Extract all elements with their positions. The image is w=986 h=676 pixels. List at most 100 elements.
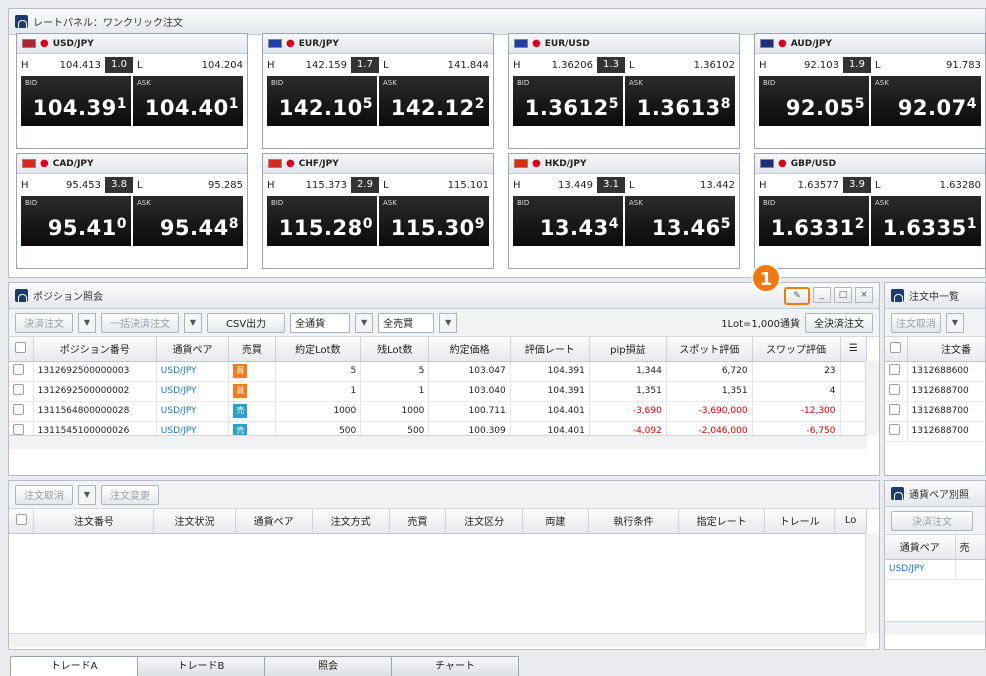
row-checkbox[interactable] (889, 364, 900, 375)
table-row[interactable]: 1312688600 (885, 361, 985, 382)
column-header[interactable]: 約定価格 (428, 337, 511, 362)
csv-export-button[interactable]: CSV出力 (207, 312, 286, 333)
ask-button[interactable]: ASK 115.309 (379, 196, 489, 246)
ask-button[interactable]: ASK 1.36138 (625, 76, 735, 126)
order-cancel-dropdown-icon[interactable]: ▼ (78, 484, 96, 505)
position-hscrollbar[interactable] (9, 435, 867, 449)
bid-button[interactable]: BID 142.105 (267, 76, 377, 126)
tab-1[interactable]: トレードB (137, 656, 265, 676)
pair-hscrollbar[interactable] (885, 621, 985, 635)
table-row[interactable]: 1312692500000002 USD/JPY 買 1 1 103.040 104.391… (9, 381, 868, 402)
rate-tile-header: ● CAD/JPY (17, 154, 247, 174)
table-row[interactable]: USD/JPY (885, 559, 985, 580)
column-header[interactable]: 通貨ペア (235, 509, 313, 534)
bid-button[interactable]: BID 115.280 (267, 196, 377, 246)
tab-2[interactable]: 照会 (264, 656, 392, 676)
column-header[interactable]: 両建 (522, 509, 589, 534)
currency-filter-dropdown-icon[interactable]: ▼ (355, 312, 374, 333)
tab-0[interactable]: トレードA (10, 656, 138, 676)
spot-cell: -3,690,000 (666, 401, 753, 422)
column-header[interactable]: スポット評価 (666, 337, 753, 362)
column-header[interactable]: トレール (764, 509, 836, 534)
ask-button[interactable]: ASK 142.122 (379, 76, 489, 126)
ask-button[interactable]: ASK 95.448 (133, 196, 243, 246)
side-cancel-button[interactable]: 注文取消 (891, 312, 941, 333)
side-cancel-dropdown-icon[interactable]: ▼ (946, 312, 964, 333)
column-header[interactable]: 注文番号 (33, 509, 155, 534)
order-cancel-button[interactable]: 注文取消 (15, 484, 73, 505)
side-filter-select[interactable]: 全売買 (378, 312, 435, 333)
ask-button[interactable]: ASK 92.074 (871, 76, 981, 126)
bulk-settle-dropdown-icon[interactable]: ▼ (184, 312, 202, 333)
side-order-titlebar: 注文中一覧 (885, 283, 985, 309)
table-row[interactable]: 1311564800000028 USD/JPY 売 1000 1000 100.711 1… (9, 401, 868, 422)
tab-3[interactable]: チャート (391, 656, 519, 676)
row-checkbox[interactable] (889, 424, 900, 435)
order-vscrollbar[interactable] (865, 533, 879, 633)
row-checkbox[interactable] (13, 364, 24, 375)
close-button[interactable]: × (855, 287, 873, 303)
high-low-row: H 95.453 3.8 L 95.285 (17, 174, 247, 196)
bid-button[interactable]: BID 95.410 (21, 196, 131, 246)
column-header[interactable]: 残Lot数 (360, 337, 430, 362)
high-low-row: H 104.413 1.0 L 104.204 (17, 54, 247, 76)
bid-button[interactable]: BID 1.36125 (513, 76, 623, 126)
row-checkbox[interactable] (13, 404, 24, 415)
settle-all-button[interactable]: 全決済注文 (805, 312, 873, 333)
column-header[interactable]: ポジション番号 (33, 337, 157, 362)
position-vscrollbar[interactable] (865, 361, 879, 435)
maximize-button[interactable]: □ (834, 287, 852, 303)
select-all-checkbox[interactable] (15, 341, 27, 353)
ask-label: ASK (383, 79, 397, 87)
order-hscrollbar[interactable] (9, 633, 867, 647)
column-header[interactable]: 注文区分 (445, 509, 524, 534)
low-value: 95.285 (208, 179, 243, 191)
low-label: L (383, 179, 389, 191)
row-checkbox[interactable] (13, 384, 24, 395)
pin-button[interactable]: ✎ (784, 287, 810, 305)
bid-button[interactable]: BID 104.391 (21, 76, 131, 126)
order-id: 1312688700 (907, 401, 985, 422)
column-header[interactable]: スワップ評価 (752, 337, 841, 362)
row-checkbox[interactable] (13, 424, 24, 435)
table-row[interactable]: 1312688700 (885, 421, 985, 442)
bid-button[interactable]: BID 1.63312 (759, 196, 869, 246)
ask-button[interactable]: ASK 13.465 (625, 196, 735, 246)
column-header[interactable]: Lo (834, 509, 867, 534)
column-header[interactable]: pip損益 (589, 337, 667, 362)
side-filter-dropdown-icon[interactable]: ▼ (439, 312, 458, 333)
column-header[interactable]: 売買 (389, 509, 447, 534)
settle-dropdown-icon[interactable]: ▼ (78, 312, 96, 333)
rate-tile-header: ● AUD/JPY (755, 34, 985, 54)
select-all-checkbox[interactable] (15, 513, 27, 525)
select-all-checkbox[interactable] (890, 341, 902, 353)
column-header[interactable]: 約定Lot数 (275, 337, 362, 362)
pair-settle-button[interactable]: 決済注文 (891, 510, 973, 531)
column-header[interactable]: 指定レート (678, 509, 766, 534)
row-checkbox[interactable] (889, 384, 900, 395)
column-header[interactable]: 通貨ペア (156, 337, 230, 362)
currency-filter-select[interactable]: 全通貨 (290, 312, 351, 333)
table-row[interactable]: 1312688700 (885, 401, 985, 422)
column-header[interactable]: 注文方式 (312, 509, 390, 534)
ask-label: ASK (383, 199, 397, 207)
ask-button[interactable]: ASK 104.401 (133, 76, 243, 126)
column-header[interactable]: 注文状況 (153, 509, 236, 534)
bulk-settle-button[interactable]: 一括決済注文 (101, 312, 179, 333)
table-row[interactable]: 1312692500000003 USD/JPY 買 5 5 103.047 104.391… (9, 361, 868, 382)
column-menu-icon[interactable]: ☰ (840, 337, 868, 362)
table-row[interactable]: 1312688700 (885, 381, 985, 402)
order-panel: 注文取消 ▼ 注文変更 注文番号 注文状況 通貨ペア 注文方式 売買 注文区分 両建 執行条件… (8, 480, 880, 650)
bid-button[interactable]: BID 92.055 (759, 76, 869, 126)
column-header[interactable]: 売買 (228, 337, 276, 362)
row-checkbox[interactable] (889, 404, 900, 415)
settle-order-button[interactable]: 決済注文 (15, 312, 73, 333)
column-header[interactable]: 評価レート (510, 337, 590, 362)
bid-button[interactable]: BID 13.434 (513, 196, 623, 246)
rate-tile: ● CAD/JPY H 95.453 3.8 L 95.285 BID 95.410 ASK 95.… (16, 153, 248, 269)
minimize-button[interactable]: _ (813, 287, 831, 303)
column-header[interactable]: 執行条件 (588, 509, 680, 534)
order-modify-button[interactable]: 注文変更 (101, 484, 159, 505)
side-order-table: 注文番 1312688600 1312688700 1312688700 131268… (885, 337, 985, 442)
ask-button[interactable]: ASK 1.63351 (871, 196, 981, 246)
